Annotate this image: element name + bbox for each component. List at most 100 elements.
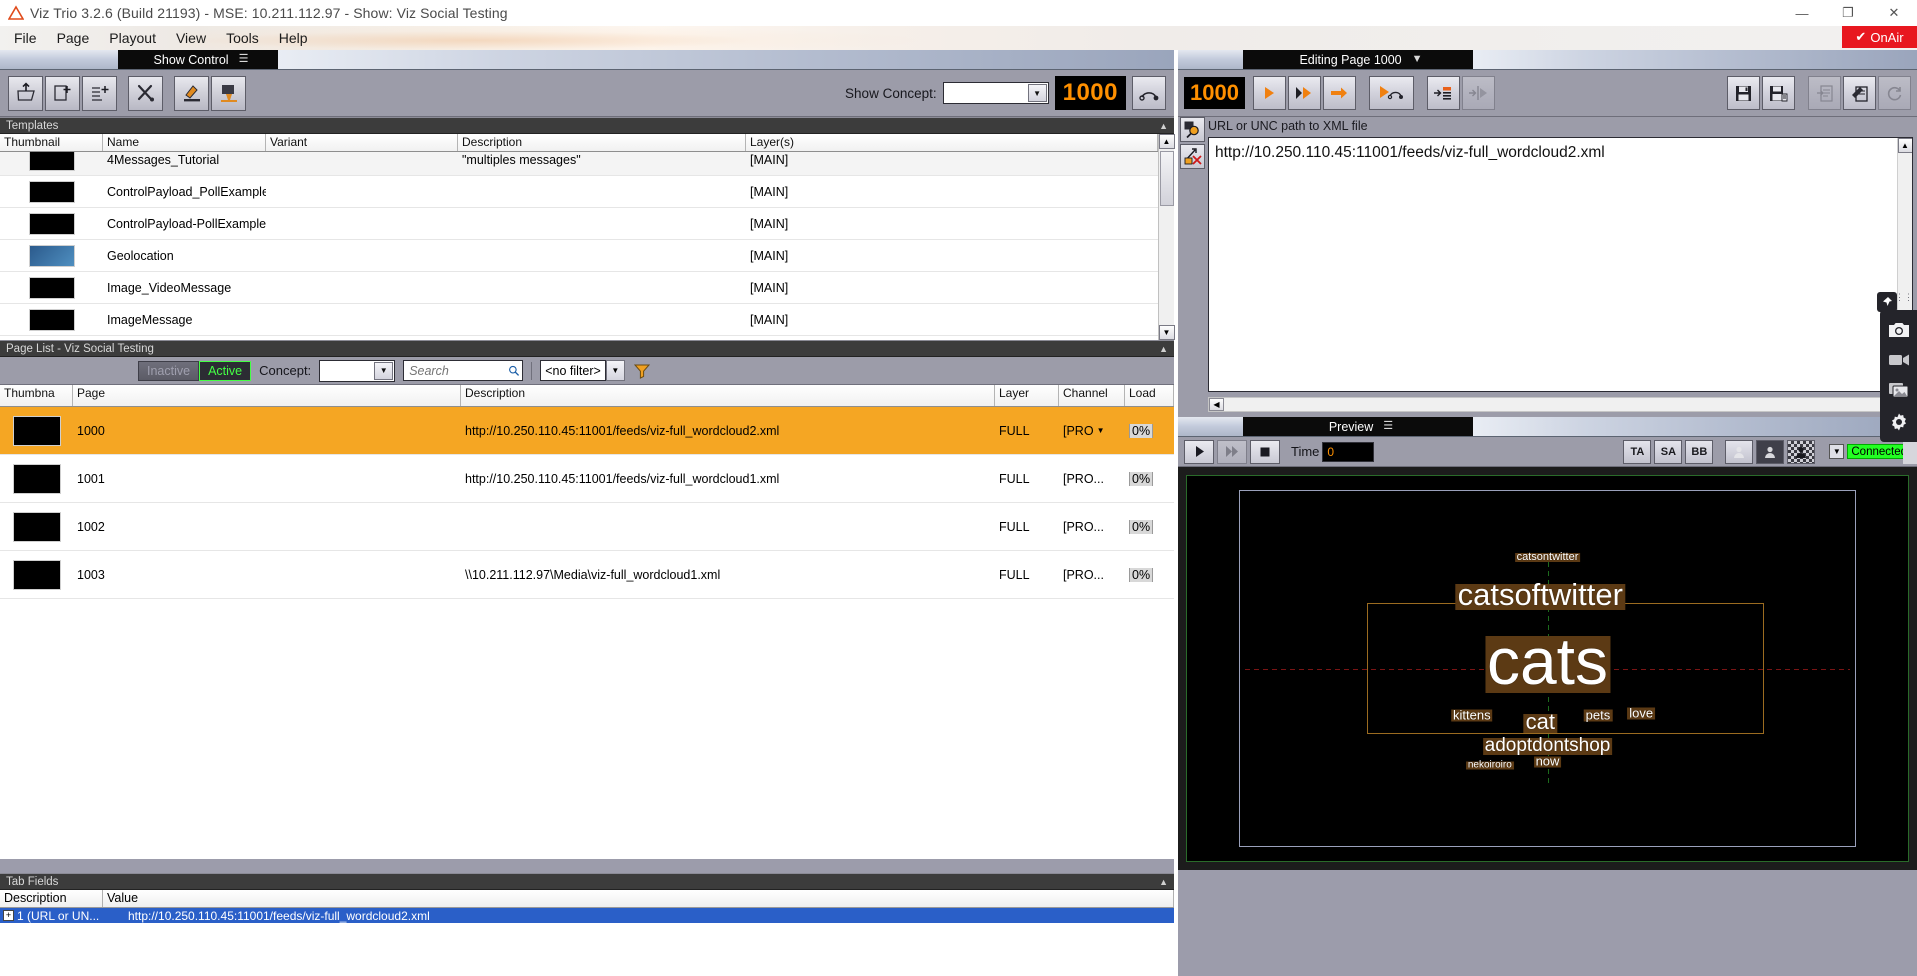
write-page-button[interactable] (1843, 76, 1876, 110)
pagelist-concept-combo[interactable]: ▼ (319, 359, 396, 382)
tab-editing-page[interactable]: Editing Page 1000 ▼ (1243, 50, 1473, 69)
table-row[interactable]: Image_VideoMessage [MAIN] (0, 272, 1158, 304)
pagelist-col-thumbnail[interactable]: Thumbna (0, 385, 73, 406)
cleanup-button[interactable] (211, 75, 246, 111)
chevron-down-icon[interactable]: ▼ (1097, 426, 1105, 435)
tools-button[interactable] (128, 75, 163, 111)
templates-scrollbar[interactable]: ▲ ▼ (1158, 134, 1175, 340)
table-row[interactable]: 1001 http://10.250.110.45:11001/feeds/vi… (0, 455, 1174, 503)
magnifier-page-icon[interactable] (1180, 117, 1205, 142)
tab-preview[interactable]: Preview ☰ (1243, 417, 1473, 436)
gear-icon[interactable] (1889, 412, 1909, 432)
insert-after-button[interactable] (1461, 76, 1495, 110)
pagelist-col-load[interactable]: Load (1125, 385, 1174, 406)
minimize-button[interactable]: — (1779, 0, 1825, 26)
chevron-down-icon[interactable]: ▼ (374, 361, 394, 380)
scroll-up-icon[interactable]: ▲ (1158, 134, 1175, 149)
magnifier-icon[interactable] (508, 364, 519, 377)
pagelist-col-description[interactable]: Description (461, 385, 995, 406)
toggle-active[interactable]: Active (199, 360, 252, 381)
camera-icon[interactable] (1888, 321, 1910, 339)
save-button[interactable] (1727, 76, 1760, 110)
scroll-down-icon[interactable]: ▼ (1158, 325, 1175, 340)
person-checker-icon[interactable] (1787, 439, 1816, 464)
table-row[interactable]: 1002 FULL [PRO... 0% (0, 503, 1174, 551)
dropdown-small-icon[interactable]: ▼ (1829, 444, 1845, 459)
templates-col-description[interactable]: Description (458, 134, 746, 151)
preview-stage[interactable]: catsontwitter catsoftwitter cats kittens… (1178, 467, 1917, 870)
close-button[interactable]: ✕ (1871, 0, 1917, 26)
tabfields-row[interactable]: + 1 (URL or UN... http://10.250.110.45:1… (0, 908, 1174, 923)
bb-button[interactable]: BB (1685, 439, 1714, 464)
refresh-button[interactable] (1878, 76, 1911, 110)
stop-button[interactable] (1250, 439, 1280, 464)
templates-col-layers[interactable]: Layer(s) (746, 134, 1158, 151)
table-row[interactable]: 4Messages_Tutorial "multiples messages" … (0, 152, 1158, 176)
chevron-down-icon[interactable]: ▼ (1412, 54, 1423, 65)
templates-col-name[interactable]: Name (103, 134, 266, 151)
recall-arc-icon[interactable] (1132, 76, 1166, 110)
take-next-button[interactable] (1287, 76, 1321, 110)
menu-tools[interactable]: Tools (216, 28, 269, 48)
insert-before-button[interactable] (1426, 76, 1460, 110)
xml-horizontal-scrollbar[interactable]: ◀ ▶ (1208, 397, 1913, 412)
new-template-button[interactable] (45, 75, 80, 111)
pagelist-col-channel[interactable]: Channel (1059, 385, 1125, 406)
filter-combo[interactable]: <no filter> ▼ (540, 360, 625, 381)
table-row[interactable]: 1000 http://10.250.110.45:11001/feeds/vi… (0, 407, 1174, 455)
templates-collapse-icon[interactable]: ▲ (1159, 121, 1168, 131)
image-stack-icon[interactable] (1888, 381, 1910, 399)
scroll-up-icon[interactable]: ▲ (1897, 138, 1912, 153)
pin-icon[interactable] (1877, 292, 1897, 312)
new-page-button[interactable] (82, 75, 117, 111)
toggle-inactive[interactable]: Inactive (138, 360, 200, 381)
pagelist-col-page[interactable]: Page (73, 385, 461, 406)
initialize-button[interactable] (174, 75, 209, 111)
video-camera-icon[interactable] (1888, 352, 1910, 368)
funnel-icon[interactable] (633, 362, 651, 380)
menu-page[interactable]: Page (47, 28, 100, 48)
play-button[interactable] (1184, 439, 1214, 464)
search-input[interactable] (407, 362, 506, 379)
panel-menu-icon[interactable]: ☰ (239, 54, 249, 65)
fast-forward-button[interactable] (1217, 439, 1247, 464)
take-button[interactable] (1252, 76, 1286, 110)
clear-text-red-x-icon[interactable] (1180, 144, 1205, 169)
table-row[interactable]: Geolocation [MAIN] (0, 240, 1158, 272)
expander-icon[interactable]: + (3, 910, 14, 921)
continue-button[interactable] (1322, 76, 1356, 110)
tabfields-col-description[interactable]: Description (0, 890, 103, 907)
tab-show-control[interactable]: Show Control ☰ (118, 50, 278, 69)
active-inactive-toggle[interactable]: Inactive Active (138, 360, 252, 381)
pagelist-collapse-icon[interactable]: ▲ (1159, 344, 1168, 354)
menu-help[interactable]: Help (269, 28, 318, 48)
person-dark-icon[interactable] (1756, 439, 1785, 464)
chevron-down-icon[interactable]: ▼ (605, 360, 625, 381)
sa-button[interactable]: SA (1654, 439, 1683, 464)
table-row[interactable]: 1003 \\10.211.112.97\Media\viz-full_word… (0, 551, 1174, 599)
pagelist-col-layer[interactable]: Layer (995, 385, 1059, 406)
scroll-left-icon[interactable]: ◀ (1209, 398, 1224, 411)
time-field[interactable]: 0 (1322, 441, 1375, 462)
read-page-button[interactable] (1808, 76, 1841, 110)
search-box[interactable] (403, 360, 524, 381)
maximize-button[interactable]: ❐ (1825, 0, 1871, 26)
table-row[interactable]: ImageMessage [MAIN] (0, 304, 1158, 336)
filter-value[interactable]: <no filter> (540, 360, 606, 381)
widget-drag-dots[interactable]: ⋮⋮ (1895, 293, 1913, 302)
xml-path-input[interactable]: http://10.250.110.45:11001/feeds/viz-ful… (1208, 137, 1913, 392)
onair-indicator[interactable]: ✔ OnAir (1842, 26, 1917, 48)
scrollbar-thumb[interactable] (1159, 151, 1174, 206)
take-and-recall-button[interactable] (1368, 76, 1414, 110)
menu-file[interactable]: File (4, 28, 47, 48)
panel-menu-icon[interactable]: ☰ (1383, 421, 1393, 432)
chevron-down-icon[interactable]: ▼ (1027, 84, 1047, 102)
show-concept-combo[interactable]: ▼ (942, 82, 1049, 104)
tabfields-collapse-icon[interactable]: ▲ (1159, 877, 1168, 887)
person-white-icon[interactable] (1725, 439, 1754, 464)
tabfields-col-value[interactable]: Value (103, 890, 1174, 907)
table-row[interactable]: ControlPayload_PollExample2 [MAIN] (0, 176, 1158, 208)
templates-col-variant[interactable]: Variant (266, 134, 458, 151)
menu-playout[interactable]: Playout (99, 28, 166, 48)
save-as-button[interactable] (1762, 76, 1795, 110)
